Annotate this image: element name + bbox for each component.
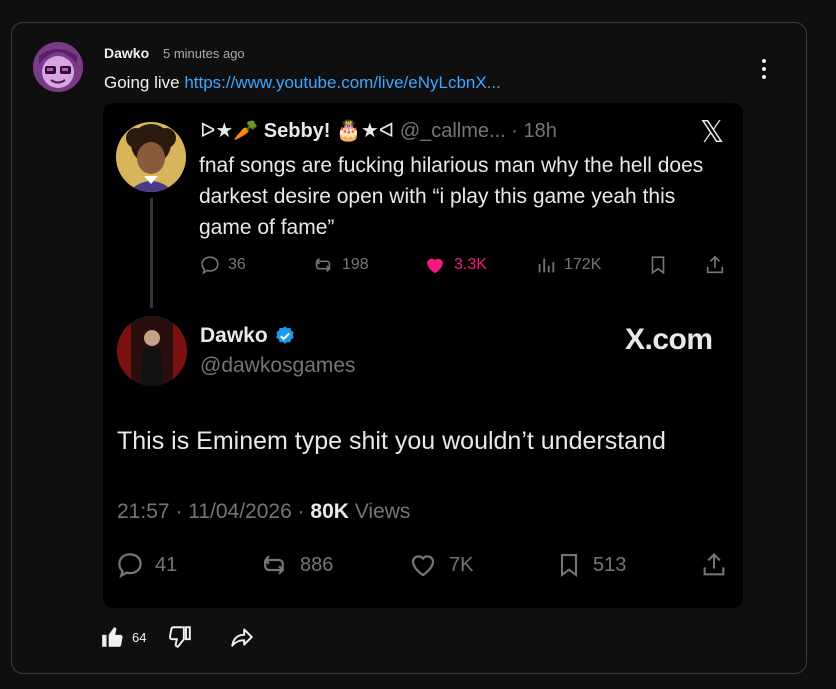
main-tweet-actions: 41 886 7K 513 <box>115 549 730 581</box>
like-count: 64 <box>132 629 147 645</box>
main-tweet-meta: 21:57 · 11/04/2026 · 80K Views <box>117 500 410 524</box>
reply-icon <box>118 553 142 578</box>
dislike-button[interactable] <box>166 624 192 650</box>
more-options-icon[interactable] <box>752 56 776 82</box>
main-user-handle: @dawkosgames <box>200 354 356 377</box>
x-logo-icon: 𝕏 <box>700 115 725 150</box>
verified-badge-icon <box>275 326 294 344</box>
bookmark-icon <box>647 252 669 278</box>
x-com-watermark: X.com <box>625 323 713 356</box>
quoted-user-avatar <box>116 122 186 192</box>
repost-icon <box>315 257 331 273</box>
main-like-stat: 7K <box>407 549 473 581</box>
quoted-like-count: 3.3K <box>454 256 487 273</box>
post-link[interactable]: https://www.youtube.com/live/eNyLcbnX... <box>184 73 501 92</box>
main-tweet-datetime: 21:57 · 11/04/2026 · <box>117 500 311 523</box>
quoted-like-stat: 3.3K <box>423 252 487 278</box>
thumbs-down-icon <box>169 626 191 648</box>
quoted-tweet-actions: 36 198 3.3K 172K <box>199 252 729 280</box>
quoted-reply-count: 36 <box>228 256 246 273</box>
quoted-repost-stat: 198 <box>311 252 369 278</box>
quoted-name-prefix: ᐅ★🥕 <box>200 120 259 142</box>
main-tweet-text: This is Eminem type shit you wouldn’t un… <box>117 427 666 455</box>
post-timestamp[interactable]: 5 minutes ago <box>163 46 245 61</box>
main-repost-stat: 886 <box>258 549 333 581</box>
main-user-name: Dawko <box>200 324 268 347</box>
heart-filled-icon <box>427 258 443 274</box>
quoted-user-name: Sebby! <box>263 120 331 142</box>
main-bookmark-count: 513 <box>593 553 627 576</box>
quoted-tweet-time: 18h <box>523 120 557 142</box>
main-repost-count: 886 <box>300 553 334 576</box>
quoted-repost-count: 198 <box>342 256 369 273</box>
post-body: Going live https://www.youtube.com/live/… <box>104 73 501 93</box>
quoted-name-suffix: 🎂★ᐊ <box>336 120 395 142</box>
main-tweet-views-count: 80K <box>310 500 349 523</box>
quoted-user-handle: @_callme... <box>399 120 506 142</box>
main-reply-stat: 41 <box>115 549 177 581</box>
channel-avatar[interactable] <box>33 42 83 92</box>
post-text: Going live <box>104 73 185 92</box>
bookmark-icon <box>560 554 578 578</box>
main-tweet-views-label: Views <box>348 500 411 523</box>
share-icon <box>700 549 728 581</box>
share-arrow-icon <box>231 628 253 647</box>
share-button[interactable] <box>228 624 256 650</box>
thread-connector <box>150 198 153 308</box>
like-button[interactable]: 64 <box>100 624 146 650</box>
quoted-reply-stat: 36 <box>199 252 246 278</box>
main-bookmark-stat: 513 <box>555 549 626 581</box>
main-like-count: 7K <box>449 553 474 576</box>
repost-icon <box>264 555 284 575</box>
reply-icon <box>201 256 219 275</box>
main-user-avatar <box>117 316 187 386</box>
quoted-views-stat: 172K <box>535 252 601 278</box>
share-icon <box>704 252 726 278</box>
heart-outline-icon <box>411 555 435 577</box>
post-author[interactable]: Dawko <box>104 45 149 61</box>
quoted-views-count: 172K <box>564 256 602 273</box>
quoted-tweet-text: fnaf songs are fucking hilarious man why… <box>199 154 704 239</box>
thumbs-up-icon <box>102 627 123 647</box>
quoted-tweet-header: ᐅ★🥕 Sebby! 🎂★ᐊ @_callme... · 18h <box>200 120 557 142</box>
main-user-name-row: Dawko <box>200 324 296 348</box>
main-reply-count: 41 <box>155 553 178 576</box>
views-chart-icon <box>538 258 555 273</box>
